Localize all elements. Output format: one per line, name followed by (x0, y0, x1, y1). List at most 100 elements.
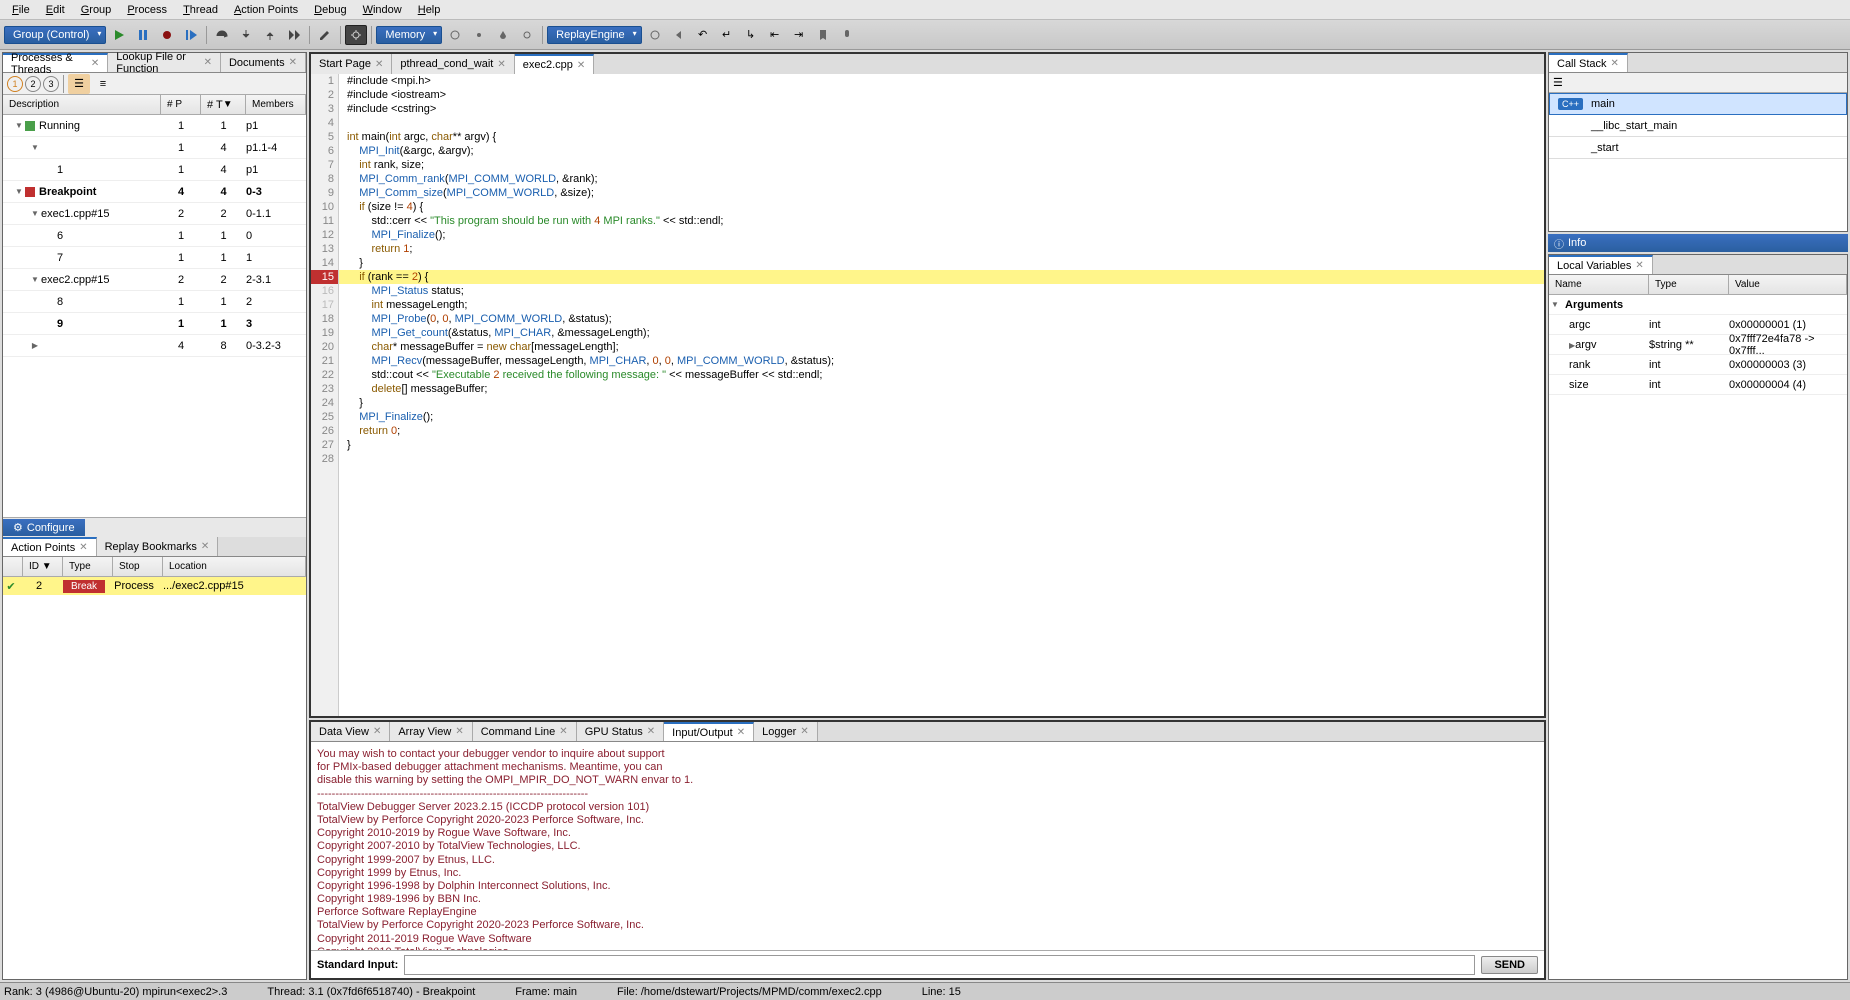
tab-logger[interactable]: Logger✕ (754, 722, 818, 741)
mic-icon[interactable] (836, 25, 858, 45)
flat-view-icon[interactable]: ≡ (92, 74, 114, 94)
bookmark-icon[interactable] (812, 25, 834, 45)
col-value[interactable]: Value (1729, 275, 1847, 294)
tree-row[interactable]: ▼exec2.cpp#15222-3.1 (3, 269, 306, 291)
close-icon[interactable]: ✕ (289, 57, 297, 68)
close-icon[interactable]: ✕ (800, 726, 808, 737)
col-t[interactable]: # T ▼ (201, 95, 246, 114)
record-icon[interactable] (156, 25, 178, 45)
col-name[interactable]: Name (1549, 275, 1649, 294)
tree-row[interactable]: ▼exec1.cpp#15220-1.1 (3, 203, 306, 225)
tab-start-page[interactable]: Start Page✕ (311, 54, 392, 74)
action-points-body[interactable]: ✔ 2 Break Process .../exec2.cpp#15 (3, 577, 306, 979)
group-control-dropdown[interactable]: Group (Control) (4, 26, 106, 44)
menu-file[interactable]: File (4, 4, 38, 16)
close-icon[interactable]: ✕ (204, 57, 212, 68)
col-members[interactable]: Members (246, 95, 306, 114)
col-id[interactable]: ID ▼ (23, 557, 63, 576)
replay-back-icon[interactable] (668, 25, 690, 45)
close-icon[interactable]: ✕ (647, 726, 655, 737)
menu-process[interactable]: Process (119, 4, 175, 16)
close-icon[interactable]: ✕ (455, 726, 463, 737)
close-icon[interactable]: ✕ (201, 541, 209, 552)
local-vars-tab[interactable]: Local Variables✕ (1549, 255, 1653, 274)
col-stop[interactable]: Stop (113, 557, 163, 576)
step-out-icon[interactable] (259, 25, 281, 45)
play-icon[interactable] (108, 25, 130, 45)
menu-group[interactable]: Group (73, 4, 120, 16)
tree-row[interactable]: ▼Breakpoint440-3 (3, 181, 306, 203)
mem-target-icon[interactable] (444, 25, 466, 45)
info-header[interactable]: ⓘ Info (1548, 234, 1848, 252)
filter-icon[interactable]: ☰ (1553, 76, 1563, 89)
mem-dot-icon[interactable] (468, 25, 490, 45)
close-icon[interactable]: ✕ (79, 542, 87, 553)
menu-edit[interactable]: Edit (38, 4, 73, 16)
close-icon[interactable]: ✕ (1635, 260, 1643, 271)
close-icon[interactable]: ✕ (91, 58, 99, 69)
step-into-icon[interactable] (235, 25, 257, 45)
tab-input-output[interactable]: Input/Output✕ (664, 722, 754, 741)
step-over-icon[interactable] (211, 25, 233, 45)
close-icon[interactable]: ✕ (497, 59, 505, 70)
process-tree[interactable]: ▼Running11p1▼14p1.1-4114p1▼Breakpoint440… (3, 115, 306, 517)
replay-dropdown[interactable]: ReplayEngine (547, 26, 642, 44)
gear-icon[interactable] (345, 25, 367, 45)
pause-icon[interactable] (132, 25, 154, 45)
tree-row[interactable]: 6110 (3, 225, 306, 247)
callstack-body[interactable]: C++main__libc_start_main_start (1549, 93, 1847, 231)
memory-dropdown[interactable]: Memory (376, 26, 442, 44)
code-editor[interactable]: 1234567891011121314151617181920212223242… (311, 74, 1544, 716)
tab-processes-threads[interactable]: Processes & Threads✕ (3, 53, 108, 72)
menu-debug[interactable]: Debug (306, 4, 354, 16)
process-1-icon[interactable]: 1 (7, 76, 23, 92)
process-2-icon[interactable]: 2 (25, 76, 41, 92)
close-icon[interactable]: ✕ (737, 727, 745, 738)
arguments-header[interactable]: ▼Arguments (1549, 295, 1847, 315)
close-icon[interactable]: ✕ (373, 726, 381, 737)
tree-row[interactable]: 7111 (3, 247, 306, 269)
tree-row[interactable]: ▼Running11p1 (3, 115, 306, 137)
replay-goto-start-icon[interactable]: ⇤ (764, 25, 786, 45)
col-description[interactable]: Description (3, 95, 161, 114)
close-icon[interactable]: ✕ (1611, 58, 1619, 69)
tab-action-points[interactable]: Action Points✕ (3, 537, 97, 556)
replay-goto-end-icon[interactable]: ⇥ (788, 25, 810, 45)
close-icon[interactable]: ✕ (375, 59, 383, 70)
tab-array-view[interactable]: Array View✕ (390, 722, 472, 741)
tree-row[interactable]: 114p1 (3, 159, 306, 181)
process-3-icon[interactable]: 3 (43, 76, 59, 92)
menu-action-points[interactable]: Action Points (226, 4, 306, 16)
replay-rec-icon[interactable] (644, 25, 666, 45)
replay-rev-over-icon[interactable]: ↶ (692, 25, 714, 45)
step-icon[interactable] (180, 25, 202, 45)
tree-row[interactable]: ▼14p1.1-4 (3, 137, 306, 159)
run-to-icon[interactable] (283, 25, 305, 45)
col-type[interactable]: Type (1649, 275, 1729, 294)
tab-data-view[interactable]: Data View✕ (311, 722, 390, 741)
menu-help[interactable]: Help (410, 4, 449, 16)
col-p[interactable]: # P (161, 95, 201, 114)
vars-body[interactable]: ▼Argumentsargcint0x00000001 (1)▶argv$str… (1549, 295, 1847, 979)
check-icon[interactable]: ✔ (3, 580, 19, 593)
menu-thread[interactable]: Thread (175, 4, 226, 16)
edit-icon[interactable] (314, 25, 336, 45)
close-icon[interactable]: ✕ (577, 60, 585, 71)
close-icon[interactable]: ✕ (559, 726, 567, 737)
menu-window[interactable]: Window (355, 4, 410, 16)
tab-gpu-status[interactable]: GPU Status✕ (577, 722, 664, 741)
action-point-row[interactable]: ✔ 2 Break Process .../exec2.cpp#15 (3, 577, 306, 595)
stack-frame[interactable]: C++main (1549, 93, 1847, 115)
callstack-tab[interactable]: Call Stack✕ (1549, 53, 1628, 72)
stdin-input[interactable] (404, 955, 1475, 975)
tab-replay-bookmarks[interactable]: Replay Bookmarks✕ (97, 537, 219, 556)
tree-row[interactable]: 8112 (3, 291, 306, 313)
stack-frame[interactable]: _start (1549, 137, 1847, 159)
tab-exec2-cpp[interactable]: exec2.cpp✕ (515, 54, 595, 74)
var-row[interactable]: ▶argv$string **0x7fff72e4fa78 -> 0x7fff.… (1549, 335, 1847, 355)
var-row[interactable]: rankint0x00000003 (3) (1549, 355, 1847, 375)
configure-button[interactable]: ⚙ Configure (3, 519, 85, 536)
mem-drop-icon[interactable] (492, 25, 514, 45)
tree-row[interactable]: 9113 (3, 313, 306, 335)
replay-rev-into-icon[interactable]: ↵ (716, 25, 738, 45)
